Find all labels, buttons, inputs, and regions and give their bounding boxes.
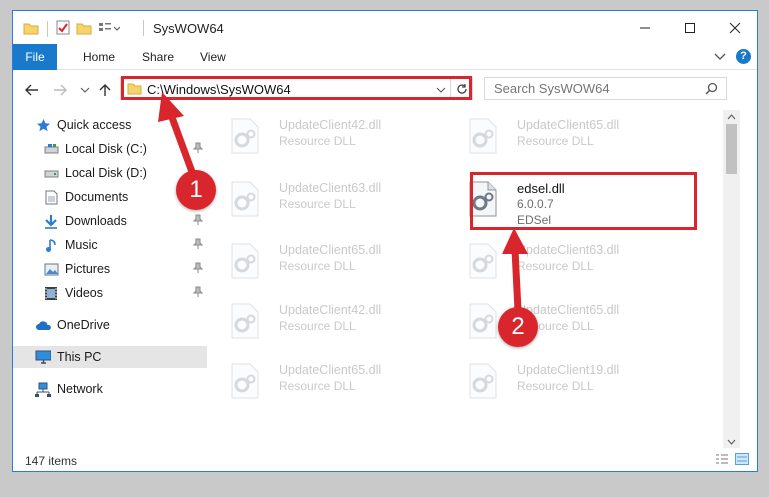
step-1-badge: 1: [176, 170, 216, 210]
arrow-1: [158, 92, 199, 182]
arrow-2: [502, 228, 528, 311]
annotation-arrows: [158, 92, 528, 311]
step-2-badge: 2: [498, 307, 538, 347]
